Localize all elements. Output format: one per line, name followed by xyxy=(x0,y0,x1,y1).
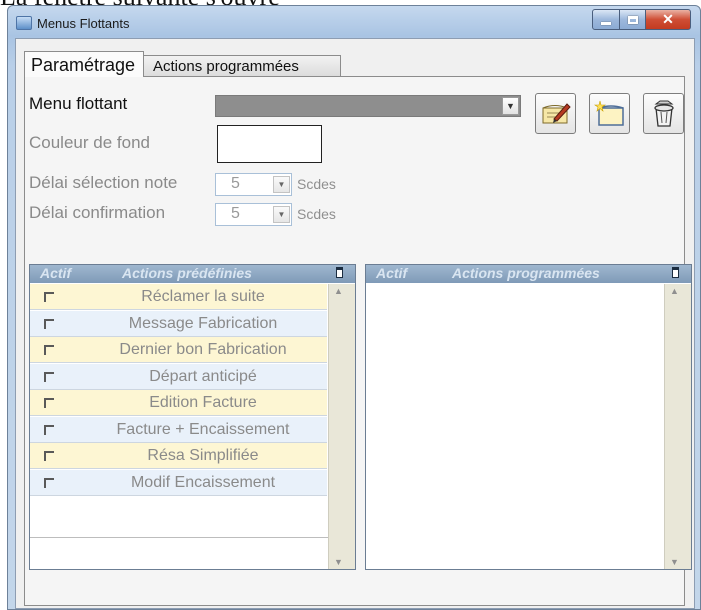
close-icon: ✕ xyxy=(662,11,674,27)
delete-menu-button[interactable] xyxy=(643,93,684,134)
programmed-actions-grid: Actif Actions programmées ▲ ▼ xyxy=(365,264,692,570)
client-area: Paramétrage Actions programmées Menu flo… xyxy=(15,38,695,609)
title-bar[interactable]: Menus Flottants ✕ xyxy=(8,6,700,36)
chevron-down-icon[interactable]: ▼ xyxy=(273,206,290,223)
tab-parametrage-label: Paramétrage xyxy=(31,55,136,75)
delai-selection-note-value: 5 xyxy=(231,175,240,192)
actif-checkbox[interactable] xyxy=(44,345,54,355)
tab-actions-programmees-label: Actions programmées xyxy=(153,58,299,75)
edit-menu-button[interactable] xyxy=(535,93,576,134)
delai-confirmation-unit: Scdes xyxy=(297,206,336,222)
chevron-down-icon[interactable]: ▼ xyxy=(502,97,519,115)
menu-flottant-select[interactable]: ▼ xyxy=(215,95,521,117)
minimize-button[interactable] xyxy=(592,9,620,30)
actif-checkbox[interactable] xyxy=(44,451,54,461)
predefined-action-row[interactable]: Modif Encaissement xyxy=(30,469,327,496)
predefined-grid-header: Actif Actions prédéfinies xyxy=(30,265,355,283)
couleur-fond-label: Couleur de fond xyxy=(29,133,150,152)
menus-flottants-window: Menus Flottants ✕ Paramétrage Actions pr… xyxy=(7,5,701,610)
tab-actions-programmees[interactable]: Actions programmées xyxy=(143,55,341,76)
programmed-col-title: Actions programmées xyxy=(452,265,600,281)
predefined-action-label: Edition Facture xyxy=(149,394,257,411)
predefined-action-label: Départ anticipé xyxy=(149,367,257,385)
predefined-actions-grid: Actif Actions prédéfinies Réclamer la su… xyxy=(29,264,356,570)
delai-confirmation-value: 5 xyxy=(231,205,240,222)
actif-checkbox[interactable] xyxy=(44,398,54,408)
maximize-icon xyxy=(627,15,638,24)
predefined-action-row[interactable]: Facture + Encaissement xyxy=(30,416,327,443)
menu-flottant-label: Menu flottant xyxy=(29,94,128,113)
predefined-action-label: Dernier bon Fabrication xyxy=(119,341,287,358)
scroll-up-icon[interactable]: ▲ xyxy=(334,286,343,296)
predefined-scrollbar[interactable]: ▲ ▼ xyxy=(328,284,355,569)
delai-confirmation-label: Délai confirmation xyxy=(29,203,166,222)
predefined-action-row[interactable]: Résa Simplifiée xyxy=(30,443,327,469)
delai-selection-note-unit: Scdes xyxy=(297,176,336,192)
scroll-down-icon[interactable]: ▼ xyxy=(334,557,343,567)
predefined-col-actif: Actif xyxy=(40,265,72,281)
actif-checkbox[interactable] xyxy=(44,424,54,435)
close-button[interactable]: ✕ xyxy=(645,9,691,30)
delai-selection-note-label: Délai sélection note xyxy=(29,173,178,192)
trash-icon[interactable] xyxy=(672,267,679,278)
window-title: Menus Flottants xyxy=(37,16,130,31)
programmed-scrollbar[interactable]: ▲ ▼ xyxy=(664,284,691,569)
actif-checkbox[interactable] xyxy=(44,371,54,382)
predefined-action-row[interactable]: Réclamer la suite xyxy=(30,284,327,310)
predefined-action-label: Réclamer la suite xyxy=(141,288,265,305)
predefined-action-label: Modif Encaissement xyxy=(130,473,276,491)
minimize-icon xyxy=(601,22,611,25)
predefined-action-row[interactable]: Dernier bon Fabrication xyxy=(30,337,327,363)
delai-selection-note-stepper[interactable]: 5 ▼ xyxy=(215,173,292,196)
trash-icon xyxy=(653,100,674,127)
new-note-icon xyxy=(593,100,624,126)
actif-checkbox[interactable] xyxy=(44,318,54,329)
trash-icon[interactable] xyxy=(336,267,343,278)
actif-checkbox[interactable] xyxy=(44,477,54,488)
predefined-action-label: Résa Simplifiée xyxy=(147,447,259,464)
programmed-col-actif: Actif xyxy=(376,265,408,281)
predefined-action-row[interactable]: Edition Facture xyxy=(30,390,327,416)
delai-confirmation-stepper[interactable]: 5 ▼ xyxy=(215,203,292,226)
scroll-down-icon[interactable]: ▼ xyxy=(670,557,679,567)
maximize-button[interactable] xyxy=(619,9,646,30)
chevron-down-icon[interactable]: ▼ xyxy=(273,176,290,193)
predefined-action-row[interactable]: Départ anticipé xyxy=(30,363,327,390)
edit-note-icon xyxy=(542,102,571,123)
scroll-up-icon[interactable]: ▲ xyxy=(670,286,679,296)
new-menu-button[interactable] xyxy=(589,93,630,134)
predefined-action-label: Message Fabrication xyxy=(128,314,278,332)
actif-checkbox[interactable] xyxy=(44,292,54,302)
predefined-col-title: Actions prédéfinies xyxy=(122,265,252,281)
programmed-grid-header: Actif Actions programmées xyxy=(366,265,691,283)
tab-parametrage[interactable]: Paramétrage xyxy=(24,51,144,77)
window-app-icon xyxy=(16,16,32,30)
predefined-action-label: Facture + Encaissement xyxy=(116,420,290,438)
predefined-grid-separator xyxy=(30,537,328,538)
couleur-fond-swatch[interactable] xyxy=(217,125,322,163)
predefined-action-row[interactable]: Message Fabrication xyxy=(30,310,327,337)
